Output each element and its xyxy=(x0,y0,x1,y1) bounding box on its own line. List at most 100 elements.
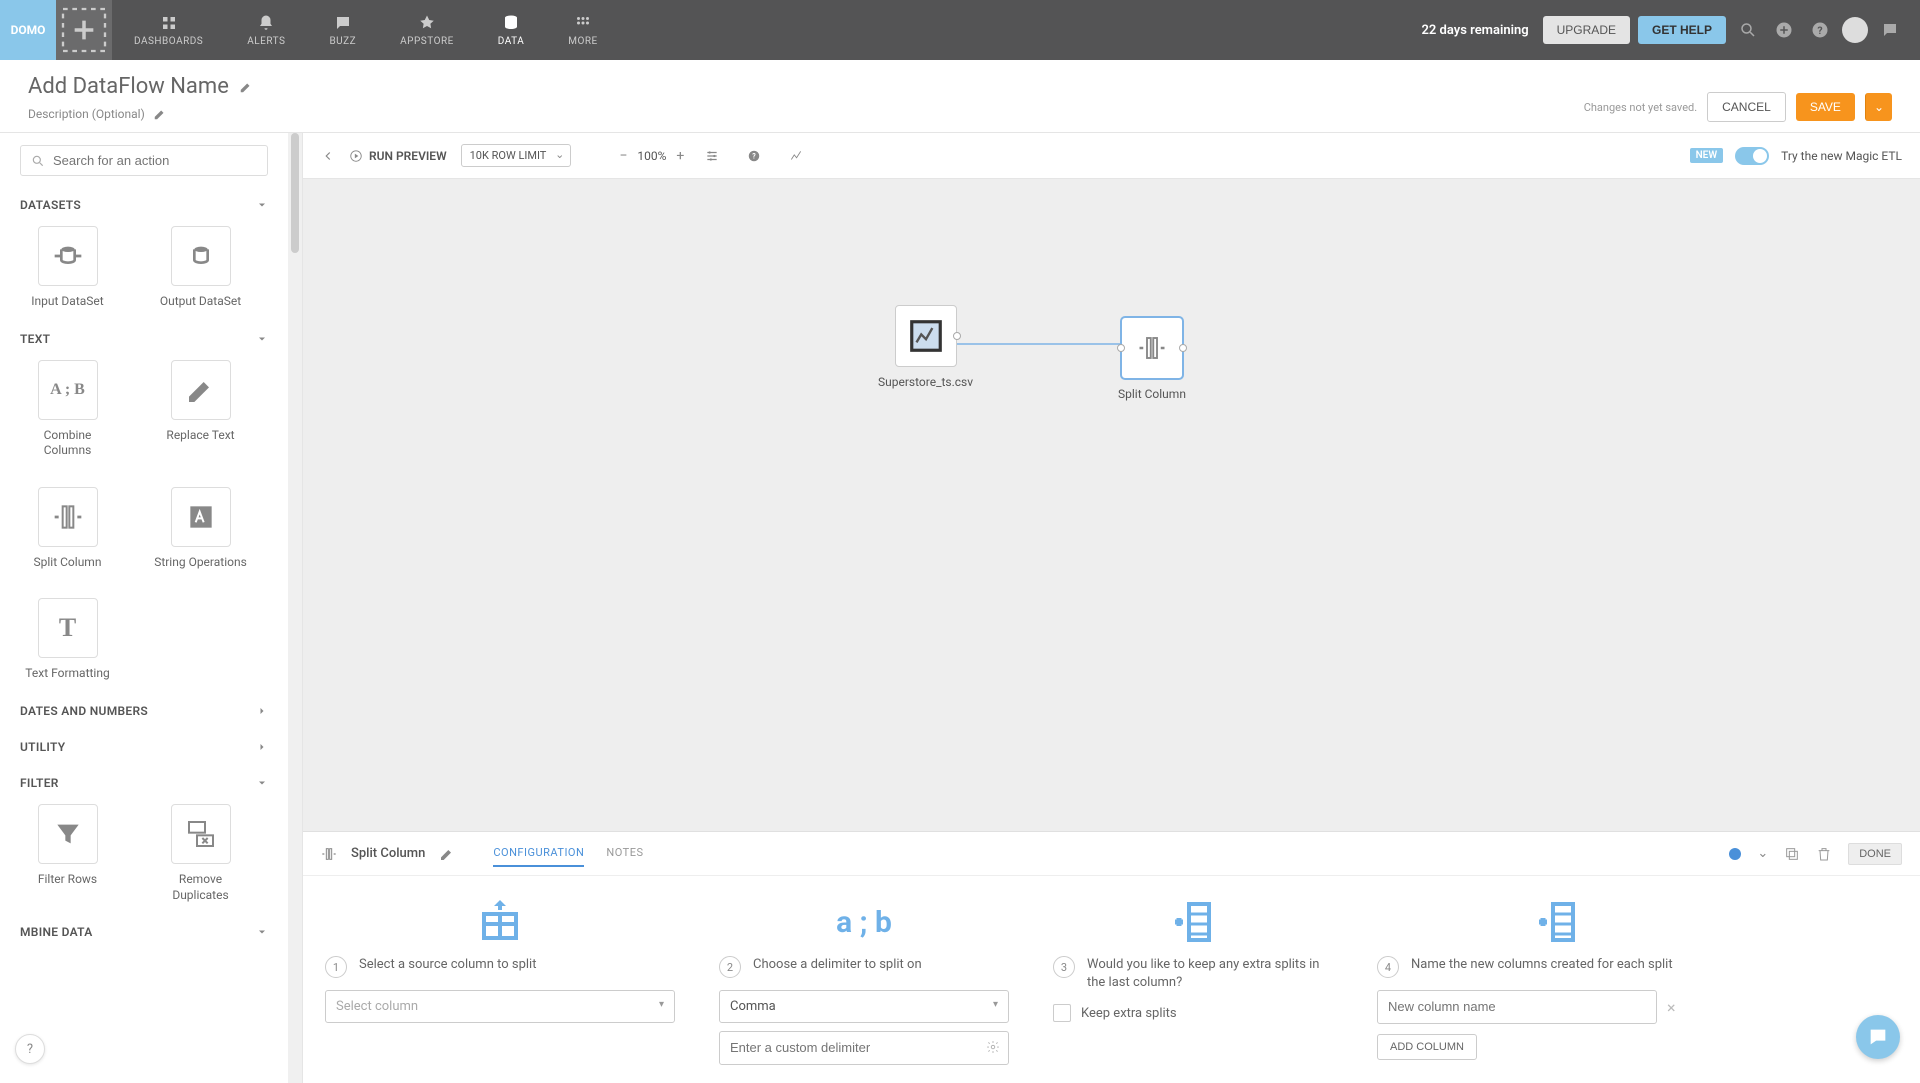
text-formatting-icon: T xyxy=(59,613,76,643)
edit-description-icon[interactable] xyxy=(153,107,167,121)
get-help-button[interactable]: GET HELP xyxy=(1638,16,1726,44)
buzz-panel-button[interactable] xyxy=(1876,16,1904,44)
add-button[interactable] xyxy=(1770,16,1798,44)
node-output-port[interactable] xyxy=(953,332,961,340)
tile-split-column[interactable]: Split Column xyxy=(20,487,115,571)
page-title[interactable]: Add DataFlow Name xyxy=(28,74,253,99)
search-icon xyxy=(1739,21,1757,39)
gear-icon[interactable] xyxy=(986,1040,1000,1054)
section-combine-data[interactable]: MBINE DATA xyxy=(20,925,268,939)
database-icon xyxy=(502,14,520,32)
appstore-icon xyxy=(418,14,436,32)
new-column-name-input[interactable] xyxy=(1377,990,1657,1024)
section-filter[interactable]: FILTER xyxy=(20,776,268,790)
tile-replace-text[interactable]: Replace Text xyxy=(153,360,248,459)
delete-icon[interactable] xyxy=(1816,846,1832,862)
page-header: Add DataFlow Name Description (Optional)… xyxy=(0,60,1920,133)
delimiter-select[interactable]: Comma xyxy=(719,990,1009,1023)
remove-column-button[interactable]: × xyxy=(1667,998,1676,1017)
nav-data[interactable]: DATA xyxy=(476,0,546,60)
save-button[interactable]: SAVE xyxy=(1796,93,1855,121)
tile-combine-columns[interactable]: A ; BCombine Columns xyxy=(20,360,115,459)
actions-sidebar: DATASETS Input DataSet Output DataSet TE… xyxy=(0,133,303,1083)
help-button[interactable]: ? xyxy=(1806,16,1834,44)
tab-configuration[interactable]: CONFIGURATION xyxy=(493,840,584,867)
output-dataset-icon xyxy=(185,240,217,272)
add-tab-button[interactable] xyxy=(56,0,112,60)
step-1: 1 Select a source column to split Select … xyxy=(325,894,675,1065)
nav-dashboards[interactable]: DASHBOARDS xyxy=(112,0,225,60)
chevron-down-icon xyxy=(256,199,268,211)
row-limit-select[interactable]: 10K ROW LIMIT xyxy=(461,144,572,167)
chevron-down-icon xyxy=(256,333,268,345)
help-circle-icon: ? xyxy=(1811,21,1829,39)
section-text[interactable]: TEXT xyxy=(20,332,268,346)
chat-bubble[interactable] xyxy=(1856,1015,1900,1059)
tab-notes[interactable]: NOTES xyxy=(606,840,643,867)
save-dropdown-button[interactable]: ⌄ xyxy=(1865,93,1892,121)
edit-title-icon[interactable] xyxy=(239,80,253,94)
nav-buzz[interactable]: BUZZ xyxy=(307,0,378,60)
zoom-in-button[interactable]: + xyxy=(676,148,684,164)
step-number-1: 1 xyxy=(325,956,347,978)
nav-alerts[interactable]: ALERTS xyxy=(225,0,307,60)
keep-extra-splits-checkbox[interactable] xyxy=(1053,1004,1071,1022)
delimiter-icon: a ; b xyxy=(836,905,892,940)
search-button[interactable] xyxy=(1734,16,1762,44)
nav-more[interactable]: MORE xyxy=(546,0,619,60)
custom-delimiter-input[interactable] xyxy=(719,1031,1009,1065)
section-datasets[interactable]: DATASETS xyxy=(20,198,268,212)
done-button[interactable]: DONE xyxy=(1848,843,1902,865)
chevron-down-icon xyxy=(256,926,268,938)
status-indicator[interactable] xyxy=(1729,848,1741,860)
status-dropdown[interactable]: ⌄ xyxy=(1757,846,1768,861)
chat-icon xyxy=(1867,1026,1889,1048)
node-split-column[interactable]: Split Column xyxy=(1118,317,1186,401)
tile-input-dataset[interactable]: Input DataSet xyxy=(20,226,115,310)
source-column-select[interactable]: Select column xyxy=(325,990,675,1023)
step-2-text: Choose a delimiter to split on xyxy=(753,956,922,974)
tile-remove-duplicates[interactable]: Remove Duplicates xyxy=(153,804,248,903)
node-superstore[interactable]: Superstore_ts.csv xyxy=(878,305,973,389)
toolbar-help-button[interactable]: ? xyxy=(740,142,768,170)
split-column-icon xyxy=(321,846,337,862)
upgrade-button[interactable]: UPGRADE xyxy=(1543,16,1630,44)
nav-appstore[interactable]: APPSTORE xyxy=(378,0,476,60)
step-number-4: 4 xyxy=(1377,956,1399,978)
section-dates-numbers[interactable]: DATES AND NUMBERS xyxy=(20,704,268,718)
dataflow-canvas[interactable]: Superstore_ts.csv Split Column xyxy=(303,179,1920,831)
node-output-port[interactable] xyxy=(1179,344,1187,352)
tile-filter-rows[interactable]: Filter Rows xyxy=(20,804,115,903)
page-description[interactable]: Description (Optional) xyxy=(28,107,253,121)
search-input-field[interactable] xyxy=(53,153,257,168)
sidebar-scrollbar[interactable] xyxy=(288,133,302,1083)
tile-output-dataset[interactable]: Output DataSet xyxy=(153,226,248,310)
add-column-button[interactable]: ADD COLUMN xyxy=(1377,1034,1477,1060)
check-graph-icon xyxy=(789,149,803,163)
magic-etl-toggle[interactable] xyxy=(1735,147,1769,165)
user-avatar[interactable] xyxy=(1842,17,1868,43)
table-select-icon xyxy=(476,898,524,946)
run-preview-button[interactable]: RUN PREVIEW xyxy=(349,149,447,163)
tile-text-formatting[interactable]: TText Formatting xyxy=(20,598,115,682)
sliders-icon xyxy=(705,149,719,163)
settings-button[interactable] xyxy=(698,142,726,170)
plus-circle-icon xyxy=(1775,21,1793,39)
node-input-port[interactable] xyxy=(1117,344,1125,352)
help-bubble[interactable]: ? xyxy=(15,1034,45,1064)
step-number-3: 3 xyxy=(1053,956,1075,978)
zoom-level: 100% xyxy=(637,149,666,163)
back-button[interactable] xyxy=(321,142,335,170)
cancel-button[interactable]: CANCEL xyxy=(1707,92,1786,122)
search-actions-input[interactable] xyxy=(20,145,268,176)
logo[interactable]: DOMO xyxy=(0,0,56,60)
step-1-text: Select a source column to split xyxy=(359,956,536,974)
copy-icon[interactable] xyxy=(1784,846,1800,862)
section-utility[interactable]: UTILITY xyxy=(20,740,268,754)
zoom-out-button[interactable]: − xyxy=(619,148,627,164)
tile-string-operations[interactable]: String Operations xyxy=(153,487,248,571)
string-operations-icon xyxy=(185,501,217,533)
replace-text-icon xyxy=(185,374,217,406)
edit-config-title-icon[interactable] xyxy=(439,846,455,862)
validate-button[interactable] xyxy=(782,142,810,170)
